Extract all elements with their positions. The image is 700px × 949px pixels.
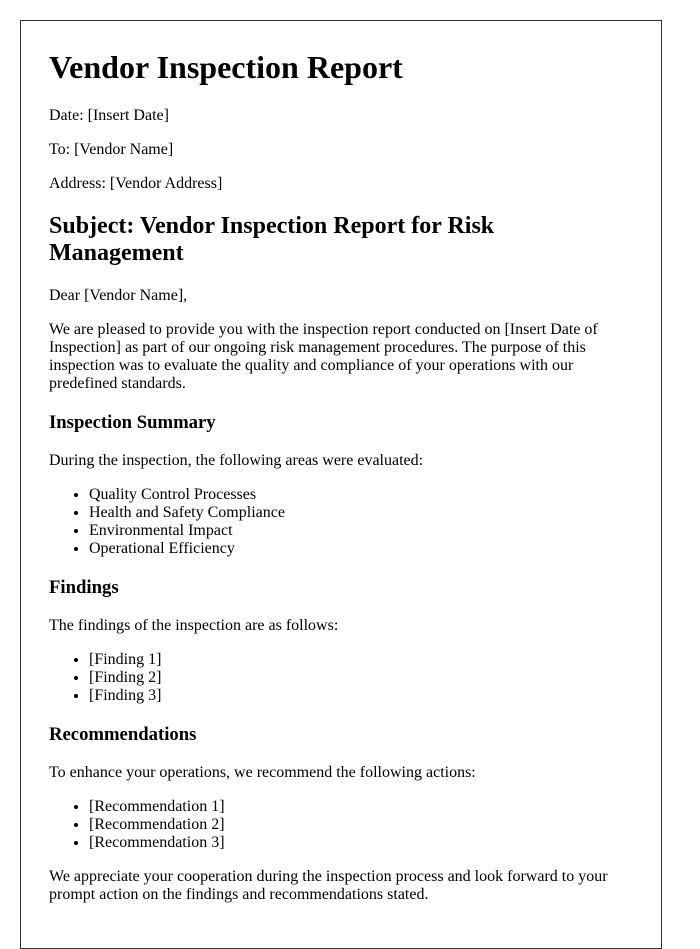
report-title: Vendor Inspection Report [49, 49, 403, 85]
findings-heading: Findings [49, 577, 119, 598]
intro-paragraph: We are pleased to provide you with the i… [49, 321, 598, 392]
report-letter: Vendor Inspection Report Date: [Insert D… [20, 20, 662, 949]
list-item: Quality Control Processes [89, 486, 633, 504]
recommendations-list: [Recommendation 1] [Recommendation 2] [R… [49, 798, 633, 852]
subject-heading: Subject: Vendor Inspection Report for Ri… [49, 213, 495, 266]
findings-list: [Finding 1] [Finding 2] [Finding 3] [49, 651, 633, 705]
list-item: [Recommendation 3] [89, 834, 633, 852]
closing-paragraph: We appreciate your cooperation during th… [49, 868, 608, 903]
list-item: [Finding 2] [89, 669, 633, 687]
list-item: Environmental Impact [89, 522, 633, 540]
recipient-line: To: [Vendor Name] [49, 141, 174, 158]
inspection-summary-heading: Inspection Summary [49, 412, 216, 433]
list-item: [Recommendation 1] [89, 798, 633, 816]
list-item: Operational Efficiency [89, 540, 633, 558]
recommendations-lead: To enhance your operations, we recommend… [49, 764, 476, 781]
list-item: [Recommendation 2] [89, 816, 633, 834]
inspection-summary-lead: During the inspection, the following are… [49, 452, 424, 469]
list-item: [Finding 1] [89, 651, 633, 669]
findings-lead: The findings of the inspection are as fo… [49, 617, 339, 634]
list-item: Health and Safety Compliance [89, 504, 633, 522]
list-item: [Finding 3] [89, 687, 633, 705]
date-line: Date: [Insert Date] [49, 107, 169, 124]
recommendations-heading: Recommendations [49, 724, 197, 745]
salutation: Dear [Vendor Name], [49, 287, 188, 304]
address-line: Address: [Vendor Address] [49, 175, 223, 192]
inspection-areas-list: Quality Control Processes Health and Saf… [49, 486, 633, 558]
